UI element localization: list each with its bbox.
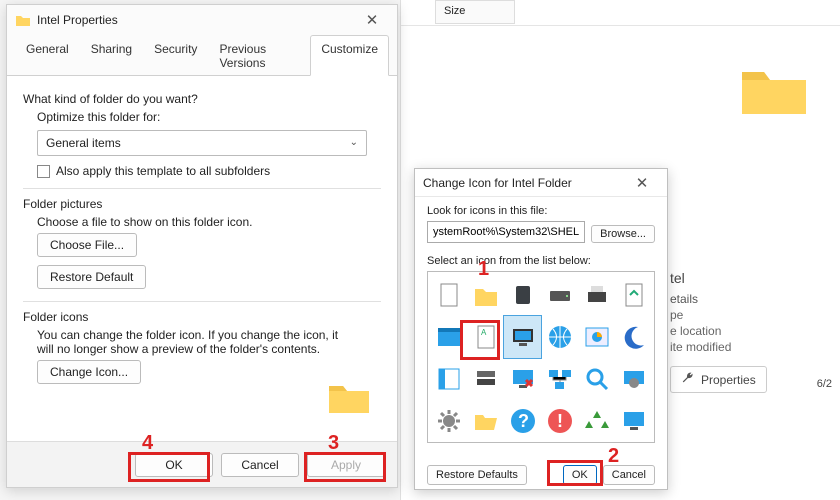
chart-window-icon[interactable]: [578, 316, 615, 358]
properties-button-label: Properties: [701, 373, 756, 387]
details-panel: tel etails pe e location ite modified Pr…: [670, 270, 830, 393]
settings-icon[interactable]: [615, 358, 652, 400]
globe-icon[interactable]: [541, 316, 578, 358]
monitor-icon[interactable]: [615, 400, 652, 442]
properties-titlebar: Intel Properties ✕: [7, 5, 397, 35]
tab-customize[interactable]: Customize: [310, 35, 389, 76]
chip-icon[interactable]: [504, 274, 541, 316]
properties-tabs: General Sharing Security Previous Versio…: [7, 35, 397, 76]
detail-location: e location: [670, 324, 830, 338]
svg-text:!: !: [557, 411, 563, 431]
chevron-down-icon: ⌄: [350, 137, 358, 148]
folder-pictures-header: Folder pictures: [23, 197, 381, 211]
close-icon[interactable]: ✕: [355, 11, 389, 29]
properties-button[interactable]: Properties: [670, 366, 767, 393]
tab-sharing[interactable]: Sharing: [80, 35, 143, 75]
folder-large-icon[interactable]: [738, 60, 810, 118]
icon-grid[interactable]: A?!: [427, 271, 655, 443]
folder-kind-question: What kind of folder do you want?: [23, 92, 381, 106]
recycle-icon[interactable]: [578, 400, 615, 442]
folder-icons-header: Folder icons: [23, 310, 381, 324]
apply-button[interactable]: Apply: [307, 453, 385, 477]
svg-text:A: A: [481, 328, 487, 337]
details-folder-name: tel: [670, 270, 830, 286]
icon-cancel-button[interactable]: Cancel: [603, 465, 655, 485]
help-icon[interactable]: ?: [504, 400, 541, 442]
optimize-select[interactable]: General items ⌄: [37, 130, 367, 156]
change-icon-dialog: Change Icon for Intel Folder ✕ Look for …: [414, 168, 668, 490]
document-icon[interactable]: [430, 274, 467, 316]
choose-file-button[interactable]: Choose File...: [37, 233, 137, 257]
optimize-select-value: General items: [46, 136, 121, 150]
cancel-button[interactable]: Cancel: [221, 453, 299, 477]
network-icon[interactable]: [541, 358, 578, 400]
error-icon[interactable]: !: [541, 400, 578, 442]
folder-icons-text: You can change the folder icon. If you c…: [37, 328, 357, 356]
apply-subfolders-checkbox[interactable]: Also apply this template to all subfolde…: [37, 164, 381, 178]
folder-titlebar-icon: [15, 13, 31, 27]
ok-button[interactable]: OK: [135, 453, 213, 477]
properties-title: Intel Properties: [37, 13, 355, 27]
drive-icon[interactable]: [541, 274, 578, 316]
folder-open-icon[interactable]: [467, 400, 504, 442]
close-icon[interactable]: ✕: [625, 174, 659, 192]
change-icon-title: Change Icon for Intel Folder: [423, 176, 625, 190]
window-blue-icon[interactable]: [430, 316, 467, 358]
tab-security[interactable]: Security: [143, 35, 208, 75]
look-for-icons-label: Look for icons in this file:: [427, 205, 655, 217]
wrench-icon: [681, 371, 695, 388]
properties-footer: OK Cancel Apply: [7, 441, 397, 487]
change-icon-titlebar: Change Icon for Intel Folder ✕: [415, 169, 667, 197]
restore-defaults-button[interactable]: Restore Defaults: [427, 465, 527, 485]
folder-icon[interactable]: [467, 274, 504, 316]
tab-previous-versions[interactable]: Previous Versions: [208, 35, 310, 75]
folder-pictures-text: Choose a file to show on this folder ico…: [37, 215, 381, 229]
printer-icon[interactable]: [578, 274, 615, 316]
detail-modified: ite modified: [670, 340, 830, 354]
apply-subfolders-label: Also apply this template to all subfolde…: [56, 164, 270, 178]
change-icon-button[interactable]: Change Icon...: [37, 360, 141, 384]
moon-icon[interactable]: [615, 316, 652, 358]
svg-text:?: ?: [518, 411, 529, 431]
restore-default-button[interactable]: Restore Default: [37, 265, 146, 289]
checkbox-icon: [37, 165, 50, 178]
column-header-size[interactable]: Size: [435, 0, 515, 24]
optimize-label: Optimize this folder for:: [37, 110, 381, 124]
app-list-icon[interactable]: [430, 358, 467, 400]
properties-dialog: Intel Properties ✕ General Sharing Secur…: [6, 4, 398, 488]
change-icon-footer: Restore Defaults OK Cancel: [415, 451, 667, 489]
details-section-header: etails: [670, 292, 830, 306]
device-stack-icon[interactable]: [467, 358, 504, 400]
icon-file-path-input[interactable]: [427, 221, 585, 243]
icon-ok-button[interactable]: OK: [563, 465, 597, 485]
folder-preview-icon: [327, 379, 371, 415]
tab-general[interactable]: General: [15, 35, 80, 75]
browse-button[interactable]: Browse...: [591, 225, 655, 243]
date-value: 6/2: [817, 378, 832, 390]
computer-icon[interactable]: [504, 316, 541, 358]
monitor-x-icon[interactable]: [504, 358, 541, 400]
gear-icon[interactable]: [430, 400, 467, 442]
select-icon-label: Select an icon from the list below:: [427, 255, 655, 267]
text-page-icon[interactable]: A: [467, 316, 504, 358]
search-icon[interactable]: [578, 358, 615, 400]
page-arrow-icon[interactable]: [615, 274, 652, 316]
detail-type: pe: [670, 308, 830, 322]
